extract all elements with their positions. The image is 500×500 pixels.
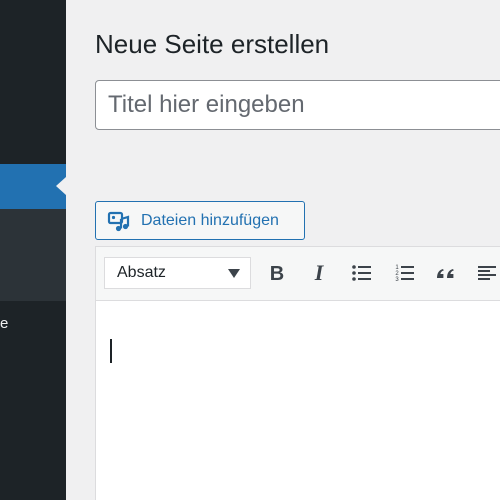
- align-left-icon: [478, 266, 496, 280]
- page-title: Neue Seite erstellen: [95, 29, 330, 59]
- quote-icon: [437, 269, 454, 278]
- numbered-list-icon: 1 2 3: [395, 265, 414, 283]
- add-media-button[interactable]: Dateien hinzufügen: [95, 201, 305, 240]
- add-media-label: Dateien hinzufügen: [141, 211, 279, 229]
- format-select-value: Absatz: [117, 264, 166, 281]
- text-cursor: [110, 339, 112, 363]
- align-left-button[interactable]: [474, 260, 500, 286]
- editor-toolbar: Absatz B I 1 2 3: [96, 247, 500, 301]
- svg-text:3: 3: [395, 277, 399, 283]
- bulleted-list-button[interactable]: [349, 260, 375, 286]
- svg-text:B: B: [270, 263, 284, 284]
- format-select[interactable]: Absatz: [104, 257, 251, 289]
- bulleted-list-icon: [352, 265, 371, 281]
- chevron-down-icon: [228, 269, 240, 278]
- sidebar-active-arrow: [56, 177, 66, 195]
- bold-icon: B: [270, 263, 284, 284]
- blockquote-button[interactable]: [433, 260, 459, 286]
- admin-sidebar: e: [0, 0, 66, 500]
- add-media-icon: [107, 209, 131, 233]
- sidebar-submenu[interactable]: [0, 209, 66, 301]
- italic-icon: I: [314, 262, 325, 284]
- editor-content-area[interactable]: [96, 302, 500, 500]
- post-title-input[interactable]: [95, 80, 500, 130]
- italic-button[interactable]: I: [306, 260, 332, 286]
- svg-text:I: I: [314, 262, 325, 284]
- classic-editor: Absatz B I 1 2 3: [95, 246, 500, 500]
- bold-button[interactable]: B: [264, 260, 290, 286]
- numbered-list-button[interactable]: 1 2 3: [392, 260, 418, 286]
- sidebar-item-label[interactable]: e: [0, 315, 8, 332]
